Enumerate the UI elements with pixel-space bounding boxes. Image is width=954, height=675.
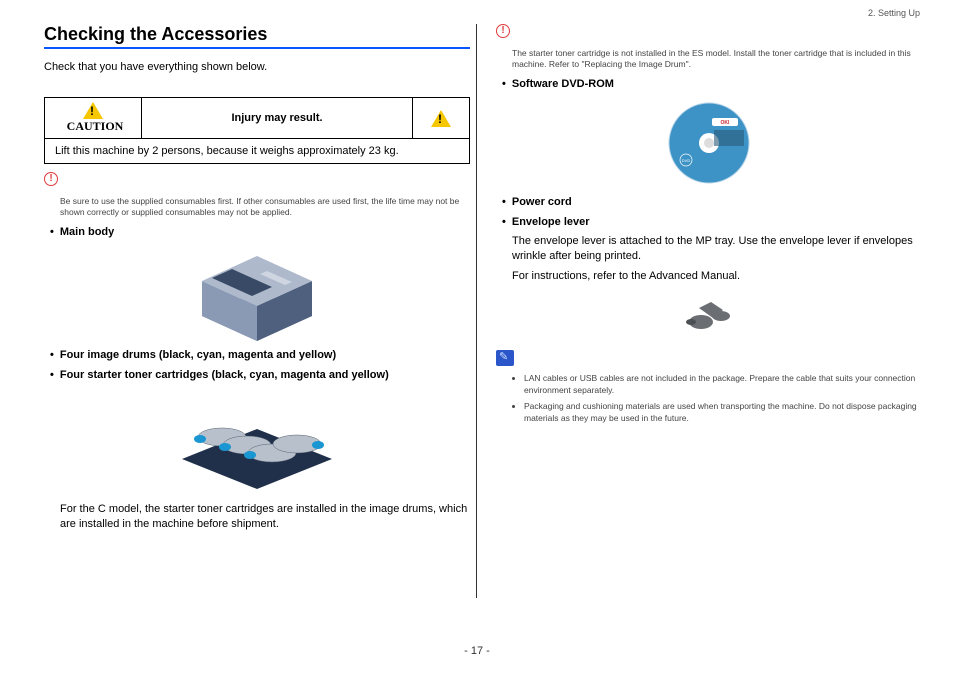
page-number: - 17 -	[0, 645, 954, 657]
memo-icon	[496, 350, 514, 366]
caution-label-cell: CAUTION	[45, 98, 142, 139]
page-content: Checking the Accessories Check that you …	[0, 0, 954, 638]
bullet-power-cord: Power cord	[502, 196, 922, 208]
printer-image	[44, 246, 470, 341]
caution-icon-cell	[413, 98, 470, 139]
toner-image	[44, 389, 470, 494]
svg-text:OKI: OKI	[721, 120, 731, 126]
notice-icon: !	[44, 172, 58, 186]
column-divider	[476, 24, 477, 598]
bullet-toner: Four starter toner cartridges (black, cy…	[50, 369, 470, 381]
svg-text:DVD: DVD	[682, 158, 691, 163]
right-notice-text: The starter toner cartridge is not insta…	[512, 48, 922, 70]
caution-body-text: Lift this machine by 2 persons, because …	[45, 139, 470, 164]
bullet-main-body: Main body	[50, 226, 470, 238]
page-title: Checking the Accessories	[44, 24, 470, 45]
memo-list: LAN cables or USB cables are not include…	[496, 373, 922, 425]
title-underline	[44, 47, 470, 49]
left-notice-text: Be sure to use the supplied consumables …	[60, 196, 470, 218]
right-column: ! The starter toner cartridge is not ins…	[496, 18, 922, 638]
caution-box: CAUTION Injury may result. Lift this mac…	[44, 97, 470, 164]
notice-row: !	[44, 172, 470, 186]
dvd-image: OKI DVD	[496, 98, 922, 188]
bullet-image-drums: Four image drums (black, cyan, magenta a…	[50, 349, 470, 361]
bullet-dvd: Software DVD-ROM	[502, 78, 922, 90]
memo-block: LAN cables or USB cables are not include…	[496, 350, 922, 425]
memo-item: Packaging and cushioning materials are u…	[524, 401, 922, 425]
notice-icon: !	[496, 24, 510, 38]
bullet-envelope-lever: Envelope lever	[502, 216, 922, 228]
lever-image	[496, 292, 922, 336]
caution-warning: Injury may result.	[142, 98, 413, 139]
envelope-text: The envelope lever is attached to the MP…	[512, 234, 922, 265]
notice-row: !	[496, 24, 922, 38]
c-model-note: For the C model, the starter toner cartr…	[60, 502, 470, 533]
memo-item: LAN cables or USB cables are not include…	[524, 373, 922, 397]
warning-triangle-icon	[431, 110, 451, 127]
left-column: Checking the Accessories Check that you …	[44, 18, 470, 638]
caution-label: CAUTION	[67, 119, 124, 133]
envelope-ref: For instructions, refer to the Advanced …	[512, 269, 922, 284]
intro-text: Check that you have everything shown bel…	[44, 61, 470, 73]
warning-triangle-icon	[83, 102, 103, 119]
